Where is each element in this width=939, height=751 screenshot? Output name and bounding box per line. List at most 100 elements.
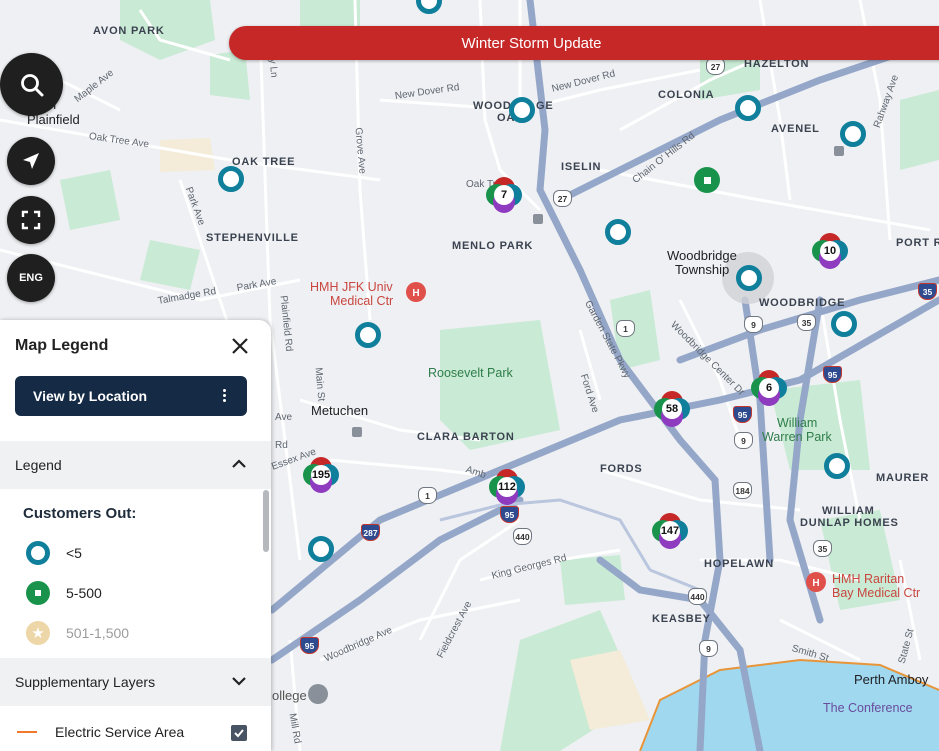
outage-cluster[interactable]: 147 <box>652 513 688 549</box>
outage-marker-low[interactable] <box>831 311 857 337</box>
place-label: PORT R <box>896 237 939 249</box>
supplementary-layers-header[interactable]: Supplementary Layers <box>0 658 271 706</box>
poi-label: ollege <box>272 688 307 703</box>
cluster-count: 147 <box>660 521 680 541</box>
banner-text: Winter Storm Update <box>461 34 602 52</box>
route-shield: 35 <box>797 314 816 331</box>
place-label: FORDS <box>600 463 643 475</box>
language-button[interactable]: ENG <box>7 254 55 302</box>
more-options-icon[interactable] <box>223 389 227 404</box>
service-area-line-icon <box>17 731 37 733</box>
outage-marker-low[interactable] <box>308 536 334 562</box>
cluster-count: 58 <box>662 399 682 419</box>
route-shield: 9 <box>744 316 763 333</box>
place-label: MAURER <box>876 472 930 484</box>
outage-cluster[interactable]: 58 <box>654 391 690 427</box>
search-button[interactable] <box>0 53 63 116</box>
ring-icon <box>26 541 50 565</box>
storm-update-banner[interactable]: Winter Storm Update <box>229 26 939 60</box>
language-label: ENG <box>19 272 43 284</box>
close-icon[interactable] <box>230 336 250 356</box>
interstate-shield: 35 <box>918 283 937 300</box>
chevron-down-icon <box>232 677 246 686</box>
route-shield: 1 <box>418 487 437 504</box>
interstate-shield: 95 <box>500 506 519 523</box>
hospital-label: Medical Ctr <box>330 294 394 308</box>
outage-marker-low[interactable] <box>840 121 866 147</box>
outage-marker-low[interactable] <box>735 95 761 121</box>
hospital-label: Bay Medical Ctr <box>832 586 921 600</box>
interstate-shield: 95 <box>733 406 752 423</box>
chevron-up-icon <box>232 459 246 468</box>
legend-section-header[interactable]: Legend <box>0 441 271 489</box>
legend-item-label: <5 <box>66 545 82 561</box>
layer-item-electric-service-area: Electric Service Area <box>17 724 184 740</box>
view-by-location-label: View by Location <box>33 388 148 404</box>
street-label: Rd <box>275 440 288 451</box>
place-label: HOPELAWN <box>704 558 774 570</box>
cluster-count: 7 <box>494 185 514 205</box>
place-label: ISELIN <box>561 161 602 173</box>
layer-checkbox[interactable] <box>231 725 247 741</box>
street-label: Ave <box>275 412 293 423</box>
interstate-shield: 95 <box>823 366 842 383</box>
locate-button[interactable] <box>7 137 55 185</box>
outage-marker-low[interactable] <box>218 166 244 192</box>
layer-label: Electric Service Area <box>55 724 185 740</box>
place-label: MENLO PARK <box>452 240 534 252</box>
outage-cluster[interactable]: 7 <box>486 177 522 213</box>
map-legend-panel: Map Legend View by Location Legend Custo… <box>0 320 271 751</box>
outage-marker-low[interactable] <box>605 219 631 245</box>
customers-out-heading: Customers Out: <box>23 505 137 522</box>
star-icon: ★ <box>26 621 50 645</box>
outage-cluster[interactable]: 195 <box>303 457 339 493</box>
legend-item: <5 <box>26 541 82 565</box>
hospital-label: HMH JFK Univ <box>310 280 393 294</box>
legend-item: ★ 501-1,500 <box>26 621 129 645</box>
cluster-count: 6 <box>759 378 779 398</box>
route-shield: 9 <box>699 640 718 657</box>
route-shield: 1 <box>616 320 635 337</box>
park-label: William <box>777 416 818 430</box>
route-shield: 184 <box>733 482 752 499</box>
interstate-shield: 287 <box>361 524 380 541</box>
place-label: DUNLAP HOMES <box>800 517 899 529</box>
place-label: KEASBEY <box>652 613 711 625</box>
view-by-location-button[interactable]: View by Location <box>15 376 247 416</box>
route-shield: 27 <box>553 190 572 207</box>
park-label: Warren Park <box>762 430 832 444</box>
poi-label: The Conference <box>823 701 913 715</box>
outage-marker-low[interactable] <box>355 322 381 348</box>
legend-item-label: 501-1,500 <box>66 625 130 641</box>
legend-scrollbar[interactable] <box>263 490 269 552</box>
route-shield: 440 <box>688 588 707 605</box>
place-label: WOODBRIDGE <box>759 297 846 309</box>
route-shield: 9 <box>734 432 753 449</box>
place-label: AVON PARK <box>93 25 165 37</box>
interstate-shield: 95 <box>300 637 319 654</box>
outage-cluster[interactable]: 112 <box>489 469 525 505</box>
outage-marker-low[interactable] <box>824 453 850 479</box>
svg-text:H: H <box>412 288 419 299</box>
outage-cluster[interactable]: 6 <box>751 370 787 406</box>
place-label: Woodbridge <box>667 248 737 263</box>
outage-marker-low[interactable] <box>736 265 762 291</box>
search-icon <box>20 73 43 96</box>
place-label: AVENEL <box>771 123 820 135</box>
outage-marker-mid[interactable] <box>694 167 720 193</box>
outage-marker-low[interactable] <box>509 97 535 123</box>
hospital-label: HMH Raritan <box>832 572 905 586</box>
legend-item: 5-500 <box>26 581 102 605</box>
place-label: COLONIA <box>658 89 715 101</box>
outage-cluster[interactable]: 10 <box>812 233 848 269</box>
cluster-count: 112 <box>497 477 517 497</box>
legend-section-label: Legend <box>15 457 62 473</box>
cluster-count: 195 <box>311 465 331 485</box>
place-label: OAK TREE <box>232 156 296 168</box>
route-shield: 27 <box>706 58 725 75</box>
place-label: Perth Amboy <box>854 672 929 687</box>
svg-text:H: H <box>812 578 819 589</box>
check-icon <box>234 729 244 738</box>
place-label: Metuchen <box>311 403 369 418</box>
fullscreen-button[interactable] <box>7 196 55 244</box>
